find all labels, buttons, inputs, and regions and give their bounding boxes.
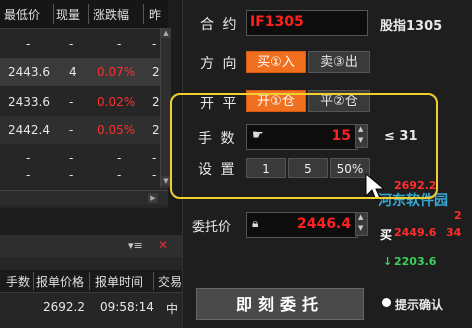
price-input[interactable]: 🔒︎ 2446.4	[246, 212, 358, 238]
cell-prev: -	[152, 151, 157, 165]
column-divider	[33, 272, 34, 290]
table-row[interactable]: 2692.2 09:58:14 中	[0, 296, 182, 320]
cell-low: -	[26, 151, 31, 165]
cell-order-time: 09:58:14	[100, 300, 154, 314]
bid-price: 2449.6	[394, 226, 437, 239]
cell-volume: -	[69, 37, 74, 51]
cell-change: -	[117, 151, 122, 165]
cell-volume: -	[69, 168, 74, 182]
contract-input[interactable]: IF1305	[246, 10, 368, 36]
cell-change: -	[117, 168, 122, 182]
lock-icon: 🔒︎	[252, 216, 259, 230]
cell-trade: 中	[166, 302, 179, 316]
confirm-radio[interactable]	[382, 298, 391, 307]
column-divider	[89, 272, 90, 290]
cell-change: -	[117, 37, 122, 51]
cell-volume: 4	[69, 65, 77, 79]
cell-low: -	[26, 168, 31, 182]
submit-order-button[interactable]: 即刻委托	[196, 288, 364, 320]
header-order-time[interactable]: 报单时间	[95, 273, 143, 290]
cell-low: 2443.6	[8, 65, 50, 79]
cell-low: -	[26, 37, 31, 51]
table-row[interactable]: 2442.4 - 0.05% 2	[0, 116, 160, 144]
contract-value: IF1305	[250, 14, 304, 30]
column-divider	[88, 4, 89, 24]
down-arrow-icon: ↓	[383, 255, 393, 268]
close-icon[interactable]: ✕	[158, 238, 168, 252]
table-row[interactable]: 2443.6 4 0.07% 2	[0, 58, 160, 86]
scroll-up-icon[interactable]: ▲	[161, 28, 171, 38]
confirm-label[interactable]: 提示确认	[395, 296, 443, 313]
direction-label: 方 向	[200, 56, 239, 72]
cell-prev: 2	[152, 123, 160, 137]
table-row[interactable]: - - - -	[0, 168, 160, 186]
cell-low: 2433.6	[8, 95, 50, 109]
market-table: 最低价 现量 涨跌幅 昨 - - - - 2443.6 4 0.07% 2 24…	[0, 0, 168, 208]
table-row[interactable]: 2433.6 - 0.02% 2	[0, 88, 160, 116]
cell-change: 0.02%	[97, 95, 136, 109]
bid-volume: 34	[446, 226, 462, 239]
panel-menu-icon[interactable]: ▾≡	[128, 239, 143, 252]
column-divider	[53, 4, 54, 24]
last-price: 2203.6	[394, 255, 437, 268]
header-volume[interactable]: 现量	[56, 6, 80, 23]
cell-change: 0.05%	[97, 123, 136, 137]
buy-button[interactable]: 买①入	[246, 51, 306, 73]
header-low[interactable]: 最低价	[4, 6, 40, 23]
bid-label: 买	[380, 228, 393, 242]
table-row[interactable]: - - - -	[0, 30, 160, 58]
cell-volume: -	[69, 151, 74, 165]
table-header: 最低价 现量 涨跌幅 昨	[0, 0, 168, 29]
header-trade[interactable]: 交易	[158, 273, 182, 290]
header-qty[interactable]: 手数	[6, 273, 30, 290]
price-value: 2446.4	[296, 216, 351, 232]
orders-header: 手数 报单价格 报单时间 交易	[0, 270, 182, 293]
cell-prev: -	[152, 37, 157, 51]
scroll-right-icon[interactable]: ▶	[148, 193, 158, 203]
column-divider	[153, 272, 154, 290]
cell-volume: -	[69, 95, 74, 109]
cell-prev: 2	[152, 65, 160, 79]
price-spin[interactable]: ▲ ▼	[355, 212, 368, 236]
header-order-price[interactable]: 报单价格	[36, 273, 84, 290]
contract-name: 股指1305	[380, 19, 443, 34]
cell-change: 0.07%	[97, 65, 136, 79]
sell-button[interactable]: 卖③出	[308, 51, 370, 73]
contract-label: 合 约	[200, 17, 239, 33]
partial-value: 2	[454, 209, 462, 222]
header-prev[interactable]: 昨	[149, 6, 161, 23]
cell-prev: 2	[152, 95, 160, 109]
cell-volume: -	[69, 123, 74, 137]
cell-prev: -	[152, 168, 157, 182]
highlight-frame	[170, 93, 438, 199]
chevron-up-icon[interactable]: ▲	[358, 213, 363, 221]
header-change[interactable]: 涨跌幅	[93, 6, 129, 23]
orders-panel-header: ▾≡ ✕	[0, 235, 182, 257]
horizontal-scrollbar[interactable]: ▶	[0, 190, 168, 205]
column-divider	[143, 4, 144, 24]
price-label: 委托价	[192, 220, 232, 235]
chevron-down-icon[interactable]: ▼	[358, 224, 363, 232]
cell-order-price: 2692.2	[43, 300, 85, 314]
cell-low: 2442.4	[8, 123, 50, 137]
